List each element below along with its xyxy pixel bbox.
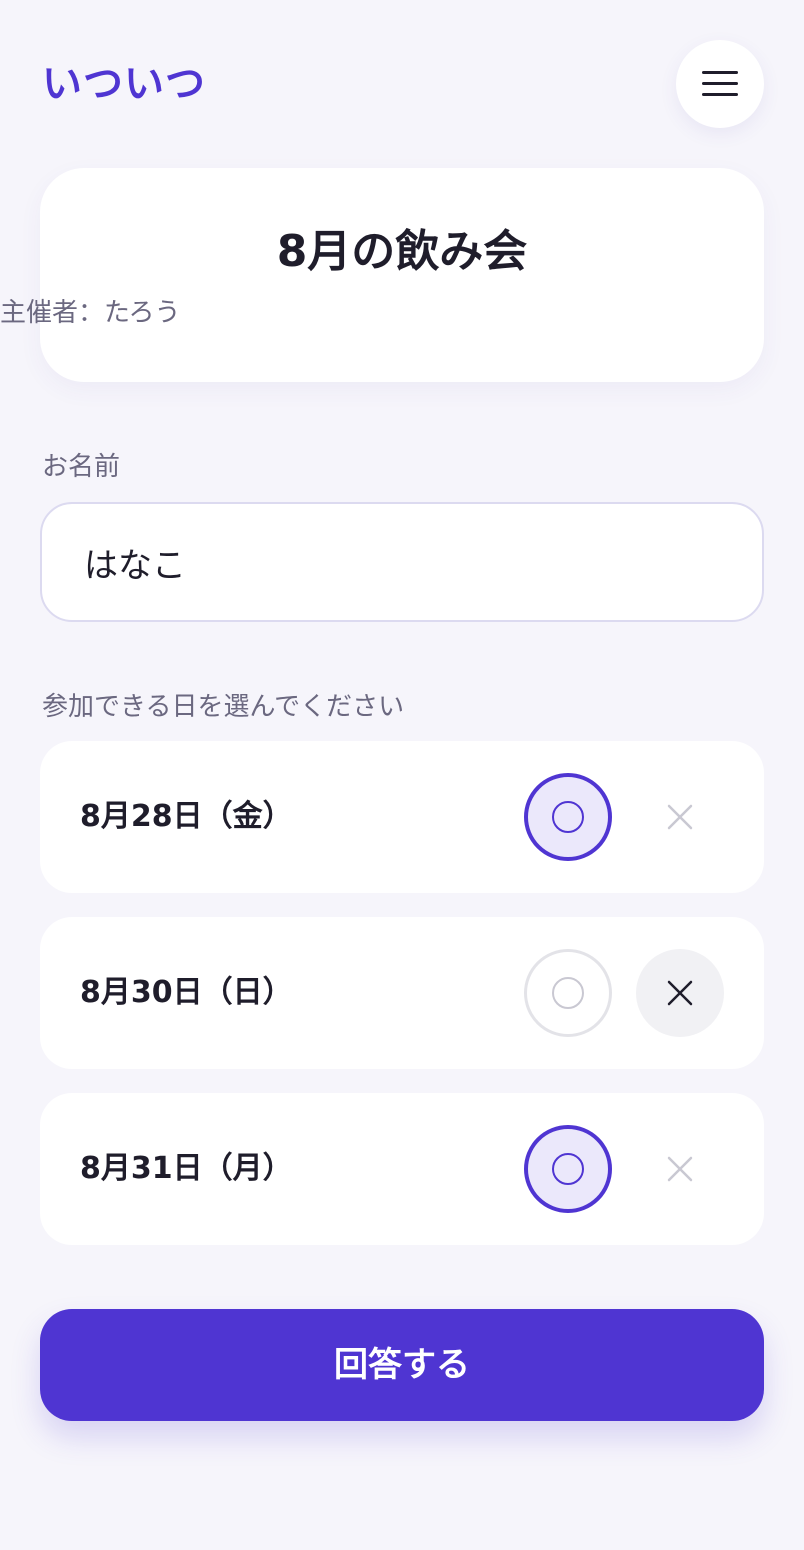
date-row: 8月31日（月） [40, 1093, 764, 1245]
submit-answer-button[interactable]: 回答する [40, 1309, 764, 1421]
cross-unavailable-icon [667, 1156, 693, 1182]
available-option-button[interactable] [524, 949, 612, 1037]
unavailable-option-button[interactable] [636, 949, 724, 1037]
date-row: 8月30日（日） [40, 917, 764, 1069]
app-logo[interactable]: いついつ [42, 62, 206, 106]
name-field-label: お名前 [42, 452, 121, 482]
circle-available-icon [552, 801, 584, 833]
date-label: 8月30日（日） [80, 975, 293, 1010]
unavailable-option-button[interactable] [636, 773, 724, 861]
circle-available-icon [552, 1153, 584, 1185]
dates-field-label: 参加できる日を選んでください [42, 692, 405, 722]
event-title: 8月の飲み会 [276, 226, 528, 277]
cross-unavailable-icon [667, 804, 693, 830]
event-card: 8月の飲み会 [40, 168, 764, 382]
date-label: 8月31日（月） [80, 1151, 293, 1186]
unavailable-option-button[interactable] [636, 1125, 724, 1213]
menu-button[interactable] [676, 40, 764, 128]
date-label: 8月28日（金） [80, 799, 293, 834]
date-row: 8月28日（金） [40, 741, 764, 893]
circle-available-icon [552, 977, 584, 1009]
name-input[interactable] [40, 502, 764, 622]
app-header: いついつ [40, 40, 764, 128]
available-option-button[interactable] [524, 773, 612, 861]
event-organizer: 主催者：たろう [0, 298, 181, 328]
available-option-button[interactable] [524, 1125, 612, 1213]
hamburger-menu-icon [702, 71, 738, 97]
cross-unavailable-icon [667, 980, 693, 1006]
